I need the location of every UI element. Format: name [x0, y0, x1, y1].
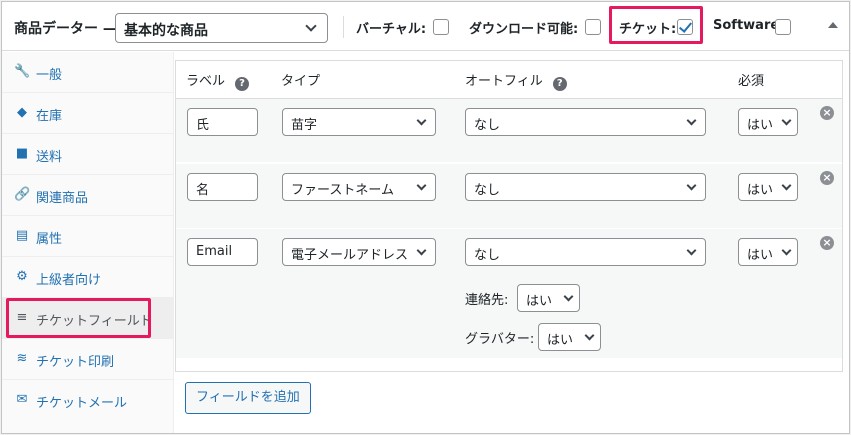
ticket-fields-panel: ラベル? タイプ オートフィル? 必須 氏 苗字 なし はい × 名 ファースト… — [174, 52, 849, 433]
link-icon: 🔗 — [14, 187, 31, 202]
add-field-button[interactable]: フィールドを追加 — [185, 382, 311, 414]
field-type-select[interactable]: 苗字 — [282, 108, 436, 136]
print-icon: ≋ — [16, 351, 28, 366]
tab-advanced[interactable]: ⚙ 上級者向け — [2, 257, 173, 298]
tab-ticket-print[interactable]: ≋ チケット印刷 — [2, 339, 173, 380]
gravatar-select[interactable]: はい — [538, 323, 601, 351]
field-required-select[interactable]: はい — [738, 108, 798, 136]
chevron-down-icon — [781, 245, 792, 256]
chevron-down-icon — [305, 20, 317, 32]
field-autofill-select[interactable]: なし — [465, 108, 706, 136]
column-header-type: タイプ — [281, 74, 321, 89]
virtual-option-label: バーチャル: — [356, 22, 427, 37]
field-autofill-select[interactable]: なし — [465, 238, 706, 266]
virtual-checkbox[interactable] — [433, 19, 449, 35]
chevron-down-icon — [686, 115, 697, 126]
wrench-icon: 🔧 — [14, 64, 31, 79]
tab-ticket-mail[interactable]: ✉ チケットメール — [2, 380, 173, 421]
tab-label: 属性 — [36, 232, 63, 247]
field-required-select[interactable]: はい — [738, 173, 798, 201]
chevron-down-icon — [584, 330, 595, 341]
ticket-option-label: チケット: — [619, 22, 677, 37]
ticket-fields-highlight — [6, 298, 151, 338]
chevron-down-icon — [781, 115, 792, 126]
header-divider — [343, 16, 344, 38]
field-label-input[interactable]: 氏 — [187, 108, 258, 136]
ticket-checkbox[interactable] — [677, 19, 693, 35]
table-row: 名 ファーストネーム なし はい × — [176, 164, 842, 228]
contact-label: 連絡先: — [465, 293, 509, 308]
software-option-label: Software: — [713, 18, 785, 33]
contact-select[interactable]: はい — [517, 284, 580, 312]
tab-label: チケットメール — [36, 396, 128, 411]
tab-label: チケット印刷 — [36, 355, 115, 370]
tab-label: 上級者向け — [36, 273, 102, 288]
field-label-input[interactable]: 名 — [187, 173, 258, 201]
product-type-value: 基本的な商品 — [124, 23, 208, 39]
tab-inventory[interactable]: ◆ 在庫 — [2, 93, 173, 134]
product-type-select[interactable]: 基本的な商品 — [115, 13, 328, 43]
gear-icon: ⚙ — [16, 269, 28, 284]
chevron-down-icon — [416, 245, 427, 256]
truck-icon: ■ — [15, 146, 29, 161]
software-checkbox[interactable] — [775, 19, 791, 35]
tab-label: 送料 — [36, 150, 63, 165]
field-type-select[interactable]: 電子メールアドレス — [282, 238, 436, 266]
tab-label: 在庫 — [36, 109, 63, 124]
tab-linked-products[interactable]: 🔗 関連商品 — [2, 175, 173, 216]
remove-field-icon[interactable]: × — [820, 236, 834, 250]
chevron-down-icon — [686, 245, 697, 256]
field-type-select[interactable]: ファーストネーム — [282, 173, 436, 201]
table-row: Email 電子メールアドレス なし はい × 連絡先: はい グラバター: は… — [176, 229, 842, 358]
downloadable-option-label: ダウンロード可能: — [469, 22, 579, 37]
product-data-title: 商品データー — — [14, 21, 117, 37]
field-required-select[interactable]: はい — [738, 238, 798, 266]
mail-icon: ✉ — [16, 392, 28, 407]
tag-icon: ◆ — [17, 105, 27, 120]
chevron-down-icon — [686, 180, 697, 191]
table-row: 氏 苗字 なし はい × — [176, 99, 842, 162]
help-icon[interactable]: ? — [235, 77, 250, 91]
field-label-input[interactable]: Email — [187, 238, 258, 266]
remove-field-icon[interactable]: × — [820, 171, 834, 185]
tab-attributes[interactable]: ▤ 属性 — [2, 216, 173, 257]
downloadable-checkbox[interactable] — [585, 19, 601, 35]
chevron-down-icon — [416, 115, 427, 126]
tab-general[interactable]: 🔧 一般 — [2, 52, 173, 93]
tab-label: 関連商品 — [36, 191, 89, 206]
product-data-tabs: 🔧 一般 ◆ 在庫 ■ 送料 🔗 関連商品 ▤ 属性 ⚙ 上級者向け ≡ チケッ… — [2, 52, 174, 433]
product-data-header: 商品データー — 基本的な商品 バーチャル: ダウンロード可能: チケット: S… — [2, 2, 849, 51]
ticket-fields-table: ラベル? タイプ オートフィル? 必須 氏 苗字 なし はい × 名 ファースト… — [175, 60, 843, 372]
field-autofill-select[interactable]: なし — [465, 173, 706, 201]
tab-shipping[interactable]: ■ 送料 — [2, 134, 173, 175]
gravatar-label: グラバター: — [465, 332, 535, 347]
help-icon[interactable]: ? — [552, 77, 567, 91]
product-data-panel: 商品データー — 基本的な商品 バーチャル: ダウンロード可能: チケット: S… — [1, 1, 850, 434]
chevron-down-icon — [563, 291, 574, 302]
collapse-arrow-icon[interactable] — [828, 22, 838, 28]
column-header-label: ラベル? — [186, 70, 250, 91]
column-header-autofill: オートフィル? — [465, 70, 567, 91]
column-header-required: 必須 — [738, 74, 765, 89]
chevron-down-icon — [781, 180, 792, 191]
remove-field-icon[interactable]: × — [820, 106, 834, 120]
table-icon: ▤ — [15, 228, 29, 243]
tab-label: 一般 — [36, 68, 63, 83]
chevron-down-icon — [416, 180, 427, 191]
